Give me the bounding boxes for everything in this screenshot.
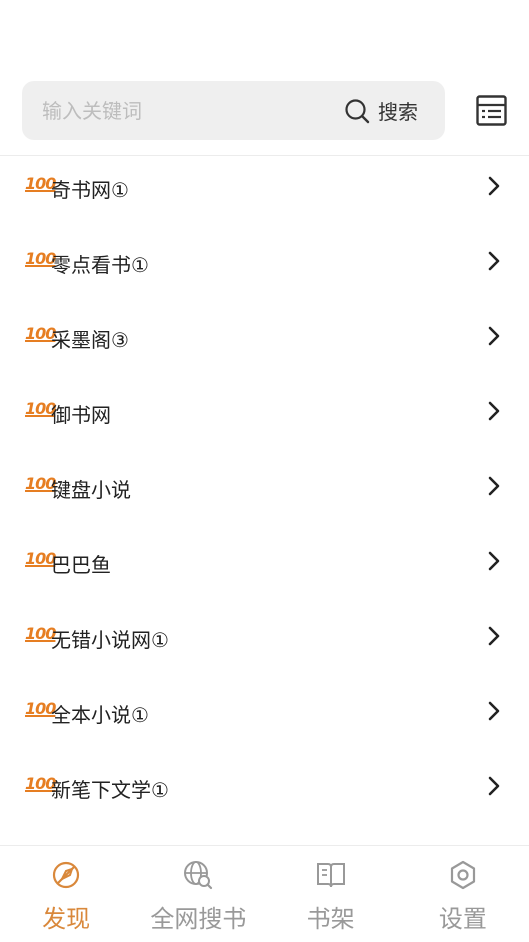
chevron-right-icon [488, 551, 500, 571]
chevron-right-icon [488, 626, 500, 646]
list-item[interactable]: 100 巴巴鱼 [0, 532, 529, 607]
chevron-right-icon [488, 401, 500, 421]
tab-label: 全网搜书 [150, 905, 247, 933]
source-name: 零点看书① [51, 253, 149, 277]
list-item[interactable]: 100 键盘小说 [0, 457, 529, 532]
source-name: 御书网 [51, 403, 111, 427]
source-name: 新笔下文学① [51, 778, 169, 802]
search-button-label: 搜索 [378, 100, 418, 124]
source-name: 全本小说① [51, 703, 149, 727]
tab-label: 书架 [306, 905, 355, 933]
search-icon [345, 98, 370, 123]
source-name: 奇书网① [51, 178, 129, 202]
compass-icon [53, 861, 80, 889]
bottom-tab-bar: 发现 全网搜书 书架 设置 [0, 845, 529, 942]
source-name: 采墨阁③ [51, 328, 129, 352]
list-item[interactable]: 100 御书网 [0, 382, 529, 457]
list-item[interactable]: 100 新笔下文学① [0, 757, 529, 832]
globe-search-icon [184, 861, 213, 890]
list-item[interactable]: 100 采墨阁③ [0, 307, 529, 382]
chevron-right-icon [488, 701, 500, 721]
top-bar: 搜索 [0, 0, 529, 156]
tab-label: 设置 [438, 905, 487, 933]
chevron-right-icon [488, 776, 500, 796]
source-list: 100 奇书网① 100 零点看书① 100 采墨阁③ 100 御书网 100 键盘小说 100 巴巴… [0, 157, 529, 832]
chevron-right-icon [488, 476, 500, 496]
tab-discover[interactable]: 发现 [0, 846, 132, 942]
list-item[interactable]: 100 全本小说① [0, 682, 529, 757]
source-name: 无错小说网① [51, 628, 169, 652]
search-input[interactable] [42, 81, 332, 140]
source-name: 巴巴鱼 [51, 553, 111, 577]
tab-search-all[interactable]: 全网搜书 [132, 846, 264, 942]
tab-bookshelf[interactable]: 书架 [265, 846, 397, 942]
list-item[interactable]: 100 零点看书① [0, 232, 529, 307]
source-name: 键盘小说 [51, 478, 131, 502]
list-item[interactable]: 100 无错小说网① [0, 607, 529, 682]
book-icon [316, 863, 345, 888]
search-box[interactable]: 搜索 [22, 81, 445, 140]
list-menu-icon[interactable] [476, 95, 507, 126]
gear-icon [450, 860, 475, 890]
tab-label: 发现 [42, 905, 91, 933]
chevron-right-icon [488, 326, 500, 346]
chevron-right-icon [488, 176, 500, 196]
tab-settings[interactable]: 设置 [397, 846, 529, 942]
list-item[interactable]: 100 奇书网① [0, 157, 529, 232]
chevron-right-icon [488, 251, 500, 271]
search-button[interactable]: 搜索 [344, 81, 444, 140]
